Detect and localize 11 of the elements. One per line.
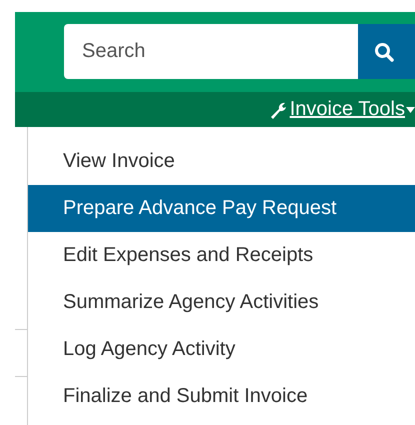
invoice-tools-link[interactable]: Invoice Tools [290, 98, 405, 121]
search-icon [374, 42, 394, 62]
menu-item[interactable]: View Invoice [28, 138, 415, 185]
menu-item[interactable]: Prepare Advance Pay Request [28, 185, 415, 232]
search-button[interactable] [358, 24, 415, 79]
menu-item[interactable]: Log Agency Activity [28, 326, 415, 373]
menu-item[interactable]: Finalize and Submit Invoice [28, 373, 415, 420]
search-field[interactable]: Search [64, 24, 358, 79]
menu-item[interactable]: Summarize Agency Activities [28, 279, 415, 326]
menu-item[interactable]: Edit Expenses and Receipts [28, 232, 415, 279]
caret-icon [406, 106, 415, 112]
